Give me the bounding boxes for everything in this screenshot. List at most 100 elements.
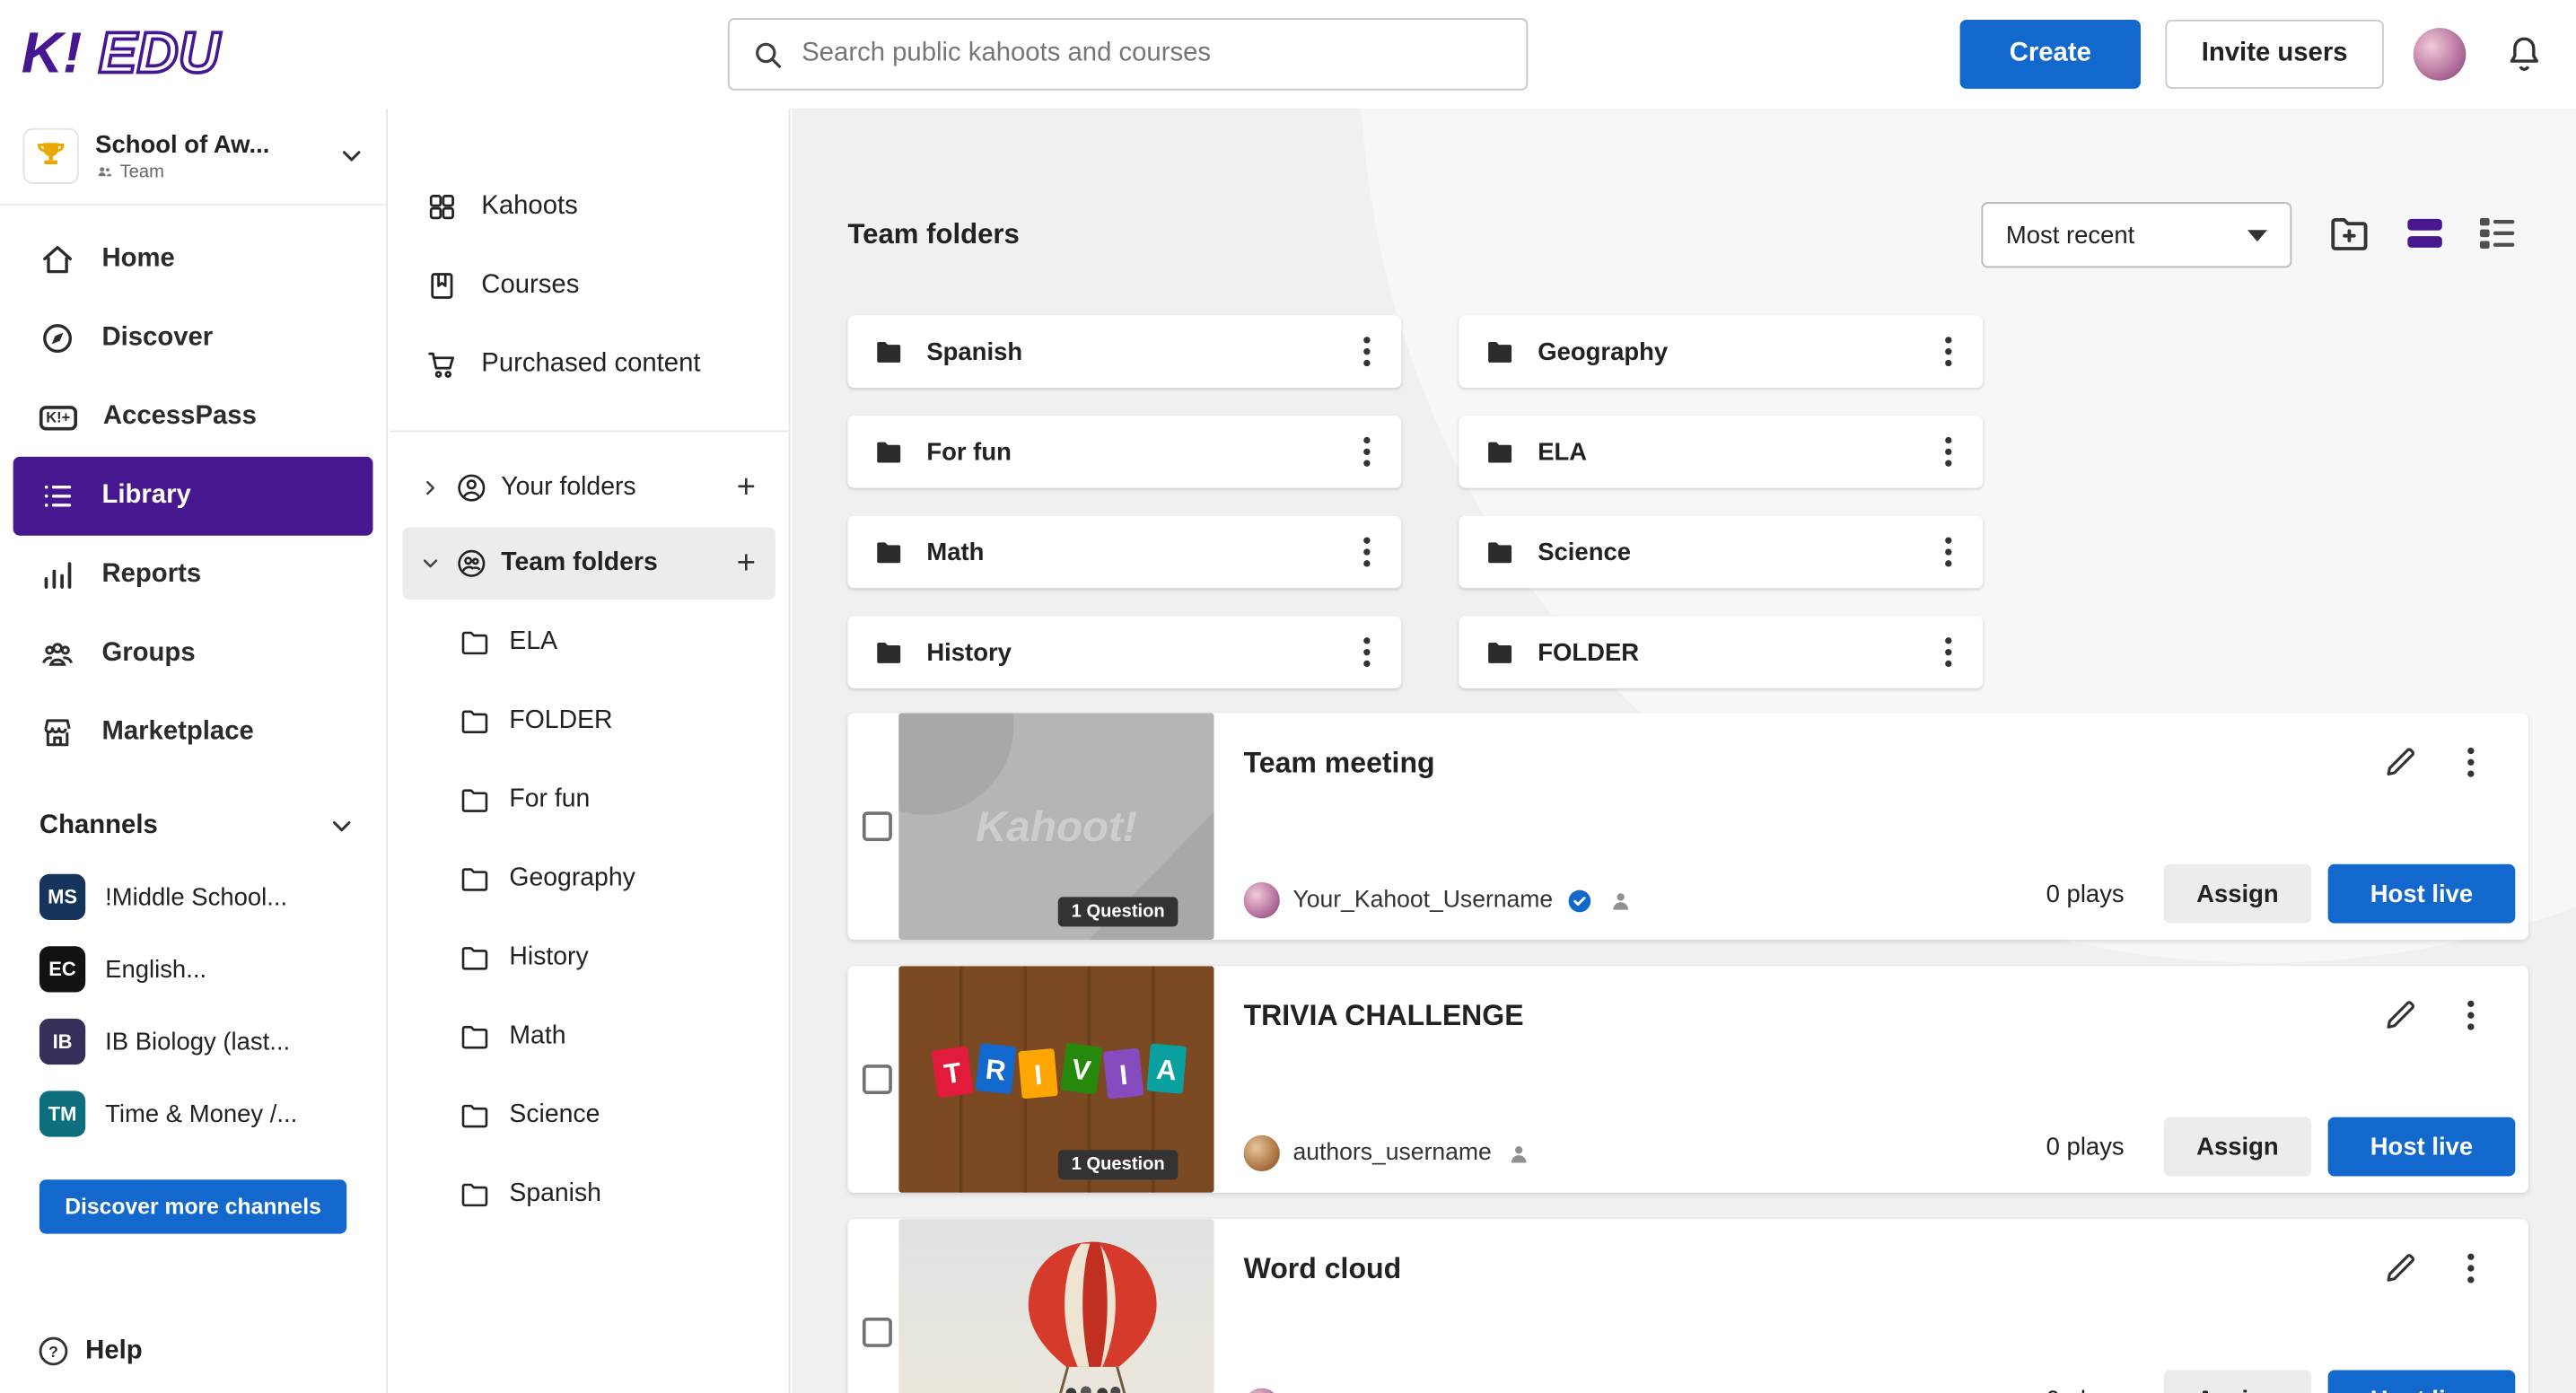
channel-item[interactable]: EC English... [0,933,386,1006]
create-button[interactable]: Create [1960,20,2141,89]
kahoot-menu-button[interactable] [2449,1247,2493,1290]
search-input[interactable] [802,39,1526,69]
notifications-bell-icon[interactable] [2503,33,2545,74]
add-team-folder-button[interactable]: + [737,548,756,581]
assign-label: Assign [2196,1133,2279,1161]
visibility-org-icon [1504,1139,1532,1167]
divider [390,431,789,433]
sidebar-folder-science[interactable]: Science [390,1076,789,1155]
sidebar-item-accesspass[interactable]: K!+ AccessPass [13,378,373,457]
channel-item[interactable]: TM Time & Money /... [0,1078,386,1151]
invite-users-label: Invite users [2202,39,2348,69]
sidebar-item-reports[interactable]: Reports [13,536,373,615]
edit-pencil-button[interactable] [2382,742,2420,780]
chevron-down-icon [419,552,442,575]
discover-more-channels-button[interactable]: Discover more channels [39,1179,346,1233]
folder-card-label: FOLDER [1538,638,1639,666]
sidebar-item-library[interactable]: Library [13,457,373,536]
main-content: Team folders Most recent Spanish Geograp… [792,109,2576,1393]
library-nav-kahoots[interactable]: Kahoots [390,168,789,247]
user-avatar[interactable] [2414,28,2466,81]
team-folders-row[interactable]: Team folders + [402,528,775,600]
folder-card-label: Math [926,538,984,565]
kahoot-title[interactable]: Word cloud [1244,1252,1402,1286]
folder-menu-button[interactable] [1927,530,1970,574]
host-live-button[interactable]: Host live [2328,864,2516,924]
kahoots-grid-icon [425,190,459,223]
kahoot-title[interactable]: Team meeting [1244,746,1435,780]
kahoot-menu-button[interactable] [2449,994,2493,1037]
edit-pencil-button[interactable] [2382,1248,2420,1286]
assign-button[interactable]: Assign [2164,1117,2312,1177]
library-nav-purchased[interactable]: Purchased content [390,325,789,404]
add-your-folder-button[interactable]: + [737,471,756,504]
folder-menu-button[interactable] [1927,330,1970,373]
assign-button[interactable]: Assign [2164,1371,2312,1393]
sidebar-item-marketplace[interactable]: Marketplace [13,693,373,772]
trivia-tile-letter: R [984,1053,1007,1086]
folder-menu-button[interactable] [1345,330,1389,373]
select-checkbox[interactable] [863,1318,892,1347]
channel-item[interactable]: IB IB Biology (last... [0,1005,386,1078]
folder-card-ela[interactable]: ELA [1459,416,1983,488]
folder-icon [872,335,906,368]
host-live-button[interactable]: Host live [2328,1117,2516,1177]
sidebar-item-label: AccessPass [103,402,257,432]
sidebar-item-discover[interactable]: Discover [13,299,373,378]
folder-menu-button[interactable] [1345,530,1389,574]
edit-pencil-button[interactable] [2382,995,2420,1033]
channels-section-toggle[interactable]: Channels [0,792,386,861]
folder-card-science[interactable]: Science [1459,516,1983,589]
help-button[interactable]: ? Help [36,1334,142,1368]
sidebar-item-groups[interactable]: Groups [13,615,373,694]
folder-label: Science [509,1100,600,1130]
select-checkbox[interactable] [863,1064,892,1094]
folder-card-spanish[interactable]: Spanish [847,315,1401,388]
folder-icon [459,1178,492,1211]
folder-menu-button[interactable] [1927,631,1970,674]
sidebar-folder-for-fun[interactable]: For fun [390,760,789,839]
kahoot-title[interactable]: TRIVIA CHALLENGE [1244,999,1524,1033]
your-folders-row[interactable]: Your folders + [402,451,775,524]
channels-title: Channels [39,811,158,841]
sidebar-folder-math[interactable]: Math [390,997,789,1076]
detail-view-toggle[interactable] [2398,207,2451,260]
folder-menu-button[interactable] [1345,431,1389,474]
folder-menu-button[interactable] [1345,631,1389,674]
discover-more-channels-label: Discover more channels [65,1195,321,1219]
sidebar-item-home[interactable]: Home [13,220,373,299]
kahoot-thumbnail[interactable]: T R I V I A 1 Question [898,966,1214,1193]
question-count-badge: 1 Question [1058,1150,1178,1179]
org-switcher[interactable]: School of Aw... Team [0,109,386,206]
kahoot-edu-logo[interactable]: K! EDU [22,18,285,91]
assign-button[interactable]: Assign [2164,864,2312,924]
folder-card-history[interactable]: History [847,616,1401,688]
folder-icon [872,435,906,469]
author-avatar [1244,1135,1280,1171]
kahoot-thumbnail[interactable]: Kahoot! 1 Question [898,713,1214,940]
folder-card-math[interactable]: Math [847,516,1401,589]
folder-card-for-fun[interactable]: For fun [847,416,1401,488]
sidebar-folder-spanish[interactable]: Spanish [390,1155,789,1234]
channel-label: Time & Money /... [105,1100,297,1127]
kahoot-meta: authors_username [1244,1135,1533,1171]
folder-label: Spanish [509,1179,601,1209]
compact-list-view-toggle[interactable] [2471,207,2524,260]
folder-card-geography[interactable]: Geography [1459,315,1983,388]
sort-dropdown[interactable]: Most recent [1981,202,2291,267]
channel-item[interactable]: MS !Middle School... [0,861,386,933]
sidebar-folder-ela[interactable]: ELA [390,603,789,682]
sidebar-folder-geography[interactable]: Geography [390,839,789,918]
new-folder-button[interactable] [2323,207,2376,260]
sidebar-folder-folder[interactable]: FOLDER [390,682,789,761]
sidebar-folder-history[interactable]: History [390,918,789,997]
kahoot-thumbnail[interactable] [898,1219,1214,1393]
kahoot-menu-button[interactable] [2449,740,2493,784]
invite-users-button[interactable]: Invite users [2165,20,2383,89]
folder-menu-button[interactable] [1927,431,1970,474]
host-live-button[interactable]: Host live [2328,1371,2516,1393]
folder-card-folder[interactable]: FOLDER [1459,616,1983,688]
library-nav-courses[interactable]: Courses [390,247,789,326]
people-circle-icon [455,548,488,581]
select-checkbox[interactable] [863,811,892,841]
